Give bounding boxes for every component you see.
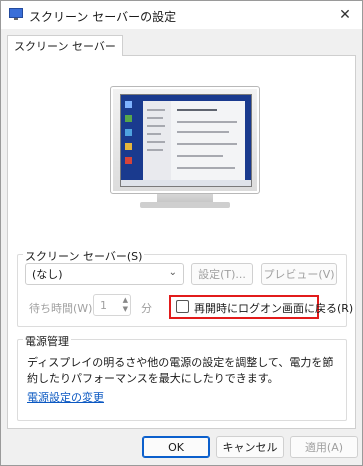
desktop-icon	[125, 143, 132, 150]
desktop-icon	[125, 101, 132, 108]
window-title: スクリーン セーバーの設定	[29, 10, 177, 24]
screensaver-selected-value: (なし)	[32, 268, 63, 281]
sidebar-line	[147, 117, 163, 119]
settings-sidebar	[143, 101, 171, 181]
desktop-icon	[125, 115, 132, 122]
monitor-base	[140, 202, 230, 208]
chevron-down-icon: ⌄	[168, 267, 177, 278]
resume-logon-label[interactable]: 再開時にログオン画面に戻る(R)	[194, 300, 353, 316]
sidebar-line	[147, 109, 165, 111]
preview-taskbar	[121, 180, 251, 186]
sidebar-line	[147, 125, 165, 127]
title-bar: スクリーン セーバーの設定 ✕	[1, 1, 362, 29]
settings-line	[177, 143, 237, 145]
monitor-preview	[110, 86, 260, 210]
close-button[interactable]: ✕	[334, 5, 356, 25]
wait-unit-label: 分	[141, 302, 152, 315]
ok-button[interactable]: OK	[142, 436, 210, 458]
settings-line	[177, 155, 223, 157]
settings-line	[177, 121, 237, 123]
screensaver-dialog: スクリーン セーバーの設定 ✕ スクリーン セーバー スクリーン セーバー(S)…	[0, 0, 363, 466]
power-group-label: 電源管理	[23, 333, 71, 349]
apply-button[interactable]: 適用(A)	[290, 436, 358, 458]
cancel-button[interactable]: キャンセル	[216, 436, 284, 458]
close-icon: ✕	[339, 7, 351, 23]
desktop-icon	[125, 157, 132, 164]
wait-time-label: 待ち時間(W):	[29, 302, 97, 315]
change-power-settings-link[interactable]: 電源設定の変更	[27, 389, 104, 405]
sidebar-line	[147, 133, 161, 135]
tab-screensaver[interactable]: スクリーン セーバー	[7, 35, 123, 56]
settings-button[interactable]: 設定(T)...	[191, 263, 253, 285]
settings-line	[177, 131, 229, 133]
preview-screen	[120, 94, 252, 187]
preview-button[interactable]: プレビュー(V)	[261, 263, 337, 285]
screensaver-group-label: スクリーン セーバー(S)	[23, 248, 145, 264]
wait-time-stepper[interactable]: 1 ▲ ▼	[93, 294, 131, 316]
settings-window-thumbnail	[143, 101, 245, 181]
wait-time-value: 1	[100, 298, 107, 312]
settings-heading-line	[177, 109, 217, 111]
monitor-bezel	[110, 86, 260, 194]
sidebar-line	[147, 141, 165, 143]
stepper-arrows-icon[interactable]: ▲ ▼	[123, 296, 128, 314]
sidebar-line	[147, 149, 163, 151]
display-settings-icon	[9, 8, 23, 20]
power-description: ディスプレイの明るさや他の電源の設定を調整して、電力を節約したりパフォーマンスを…	[27, 356, 334, 385]
desktop-icon	[125, 129, 132, 136]
screensaver-select[interactable]: (なし) ⌄	[25, 263, 184, 285]
resume-logon-checkbox[interactable]	[176, 300, 189, 313]
settings-line	[177, 167, 235, 169]
